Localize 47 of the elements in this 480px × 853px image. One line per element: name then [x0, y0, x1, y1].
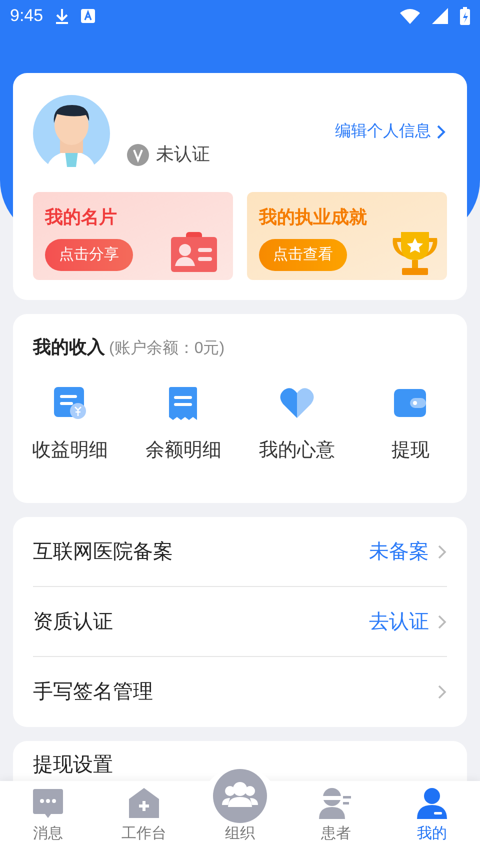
house-icon [128, 786, 160, 818]
chevron-right-icon [437, 544, 447, 560]
menu-label: 互联网医院备案 [33, 540, 174, 564]
patient-icon [319, 786, 353, 818]
person-icon [416, 786, 448, 818]
promo-title: 我的名片 [45, 206, 118, 229]
income-action[interactable]: 收益明细 [32, 437, 108, 466]
id-card-icon [171, 232, 217, 272]
menu-label: 提现设置 [33, 753, 114, 777]
menu-label: 手写签名管理 [33, 680, 154, 705]
income-action[interactable]: 提现 [391, 437, 430, 466]
chevron-right-icon [435, 124, 447, 138]
tab[interactable]: 工作台 [96, 781, 192, 853]
menu-value: 未备案 [369, 540, 429, 564]
income-action[interactable]: 我的心意 [258, 437, 335, 466]
receipt-icon [168, 386, 198, 420]
menu-row[interactable]: 手写签名管理 [33, 657, 447, 727]
income-title: 我的收入 [33, 336, 105, 359]
verification-status: 未认证 [156, 143, 210, 166]
wallet-icon [393, 388, 428, 418]
chat-icon [32, 786, 64, 818]
heart-icon [278, 387, 315, 419]
promo-card[interactable]: 我的名片 点击分享 [33, 192, 233, 280]
menu-row[interactable]: 互联网医院备案 未备案 [33, 517, 447, 587]
menu-row[interactable]: 提现设置 [33, 741, 447, 777]
chevron-right-icon [437, 614, 447, 630]
bill-icon [52, 386, 87, 420]
download-icon [55, 8, 70, 24]
account-balance: (账户余额：0元) [109, 338, 225, 359]
menu-row[interactable]: 资质认证 去认证 [33, 587, 447, 657]
battery-icon [460, 7, 470, 25]
promo-title: 我的执业成就 [259, 206, 368, 229]
promo-card[interactable]: 我的执业成就 点击查看 [247, 192, 447, 280]
status-time: 9:45 [10, 5, 44, 28]
promo-button[interactable]: 点击分享 [45, 239, 133, 271]
tab[interactable]: 消息 [0, 781, 96, 853]
tab[interactable]: 患者 [288, 781, 384, 853]
wifi-icon [400, 8, 420, 24]
chevron-right-icon [437, 684, 447, 700]
keyboard-icon [81, 9, 96, 23]
signal-icon [432, 8, 448, 24]
edit-profile-link[interactable]: 编辑个人信息 [335, 120, 447, 144]
income-action[interactable]: 余额明细 [145, 437, 222, 466]
menu-label: 资质认证 [33, 610, 114, 634]
menu-value: 去认证 [369, 610, 429, 634]
promo-button[interactable]: 点击查看 [259, 239, 347, 271]
tab[interactable]: 我的 [384, 781, 480, 853]
